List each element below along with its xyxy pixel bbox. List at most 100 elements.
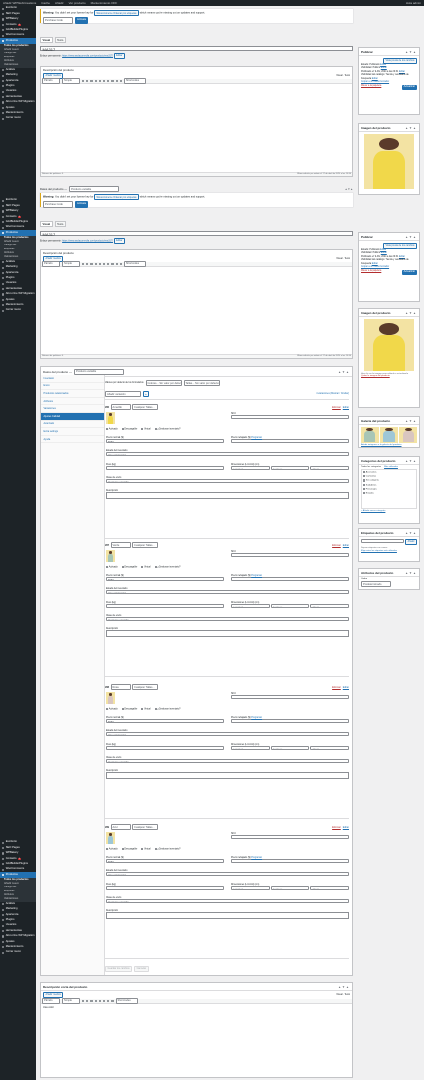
edit-variation-link[interactable]: Editar [343, 686, 349, 689]
collapse-arrows-icon[interactable]: ▲▼▲ [405, 419, 417, 423]
dimension-height-input[interactable]: Altura [310, 604, 350, 609]
variation-option[interactable]: Virtual [141, 708, 151, 711]
schedule-link[interactable]: Programar [251, 857, 262, 859]
variation-image[interactable] [106, 692, 115, 704]
collapse-arrows-icon[interactable]: ▲▼▲ [338, 370, 350, 374]
tab-text[interactable]: Texto [54, 37, 66, 43]
variation-option[interactable]: Virtual [141, 566, 151, 569]
variation-option[interactable]: Activado [106, 566, 118, 569]
add-gallery-images-link[interactable]: Añadir imágenes a la galería del product… [359, 444, 419, 446]
visual-label[interactable]: Visual [336, 258, 342, 260]
description-editor[interactable] [41, 83, 352, 172]
dimension-height-input[interactable]: Altura [310, 746, 350, 751]
admin-bar-cache[interactable]: Cache [41, 1, 50, 5]
dimension-height-input[interactable]: Altura [310, 886, 350, 891]
variation-option[interactable]: ¿Gestionar inventario? [154, 848, 181, 851]
product-data-tab[interactable]: Ayuda [40, 436, 104, 444]
collapse-arrows-icon[interactable]: ▲▼▲ [345, 187, 353, 191]
category-item[interactable]: Estados [363, 491, 415, 496]
shipping-class-select[interactable]: Igual que el padre [106, 759, 349, 764]
admin-bar-new[interactable]: Añadir [55, 1, 64, 5]
shipping-class-select[interactable]: Igual que el padre [106, 899, 349, 904]
variation-color-select[interactable]: Azul [110, 823, 131, 831]
dimension-width-input[interactable]: Anchura [270, 886, 310, 891]
stock-status-select[interactable]: Hay existencias [106, 452, 349, 457]
gallery-thumb[interactable] [380, 426, 398, 443]
variation-description-input[interactable] [106, 630, 349, 638]
variation-option[interactable]: ¿Gestionar inventario? [154, 428, 181, 431]
collapse-arrows-icon[interactable]: ▲▼▲ [338, 985, 350, 989]
schedule-link[interactable]: Programar [251, 575, 262, 577]
add-media-button[interactable]: Añadir medios [43, 992, 64, 998]
variation-header[interactable]: #89 Azul Cualquier Tallas... Eliminar Editar [105, 823, 349, 831]
variation-size-select[interactable]: Cualquier Tallas... [132, 403, 158, 411]
preview-changes-button[interactable]: Vista previa de los cambios [382, 242, 417, 249]
collapse-arrows-icon[interactable]: ▲▼▲ [405, 459, 417, 463]
edit-variation-link[interactable]: Editar [343, 826, 349, 829]
publish-meta-edit[interactable]: Editar [381, 252, 387, 254]
tab-all-categories[interactable]: Todas las categorías [361, 466, 381, 468]
weight-input[interactable] [106, 466, 224, 471]
variation-option[interactable]: Virtual [141, 428, 151, 431]
permalink-edit-button[interactable]: Editar [113, 238, 125, 244]
admin-bar-greeting[interactable]: Hola admin [406, 1, 421, 5]
variation-option[interactable]: ¿Gestionar inventario? [154, 708, 181, 711]
license-key-input[interactable]: Purchase Code [43, 201, 73, 208]
variation-description-input[interactable] [106, 492, 349, 500]
product-data-tab[interactable]: Envío [40, 383, 104, 391]
variation-image[interactable] [106, 550, 115, 562]
price-input[interactable]: 8050 [106, 439, 224, 444]
menu-item[interactable]: Cerrar menú [0, 950, 36, 955]
visual-label[interactable]: Visual [336, 994, 342, 996]
admin-bar-maintenance[interactable]: Mantenimiento OFF [91, 1, 118, 5]
variation-option[interactable]: Descargable [121, 428, 137, 431]
dimension-width-input[interactable]: Anchura [270, 604, 310, 609]
sku-input[interactable] [231, 835, 349, 840]
shipping-class-select[interactable]: Igual que el padre [106, 479, 349, 484]
price-input[interactable]: 8050 [106, 577, 224, 582]
variation-header[interactable]: #87 Verde Cualquier Tallas... Eliminar Edita… [105, 541, 349, 549]
variation-size-select[interactable]: Cualquier Tallas... [132, 823, 158, 831]
update-button[interactable]: Actualizar [401, 84, 417, 90]
collapse-arrows-icon[interactable]: ▲▼▲ [405, 571, 417, 575]
format-select[interactable]: Párrafo [42, 77, 60, 84]
price-input[interactable]: 8050 [106, 719, 224, 724]
publish-meta-edit[interactable]: Editar [380, 249, 386, 251]
dimension-width-input[interactable]: Anchura [270, 746, 310, 751]
variation-header[interactable]: #88 Rosa Cualquier Tallas... Eliminar Editar [105, 683, 349, 691]
submenu-item[interactable]: Valoraciones [0, 897, 36, 901]
publish-meta-edit[interactable]: Editar [372, 263, 378, 265]
schedule-link[interactable]: Programar [251, 437, 262, 439]
collapse-arrows-icon[interactable]: ▲▼▲ [405, 531, 417, 535]
font-select[interactable]: Simple [62, 997, 80, 1004]
product-data-tab[interactable]: Ajustes Calidad [40, 412, 104, 421]
order-select[interactable]: Predeterminado [361, 581, 391, 588]
remove-image-link[interactable]: Quitar la imagen del producto [359, 375, 419, 377]
variation-count[interactable]: 4 variaciones (Mostrar / Ocultar) [316, 393, 349, 395]
shortcodes-select[interactable]: Shortcodes [123, 77, 146, 84]
permalink-link[interactable]: https://www.asdacomedia.com/producto/ma3… [62, 239, 113, 242]
sale-price-input[interactable] [231, 439, 349, 444]
format-select[interactable]: Párrafo [42, 997, 60, 1004]
tag-input[interactable] [361, 539, 405, 543]
variation-size-select[interactable]: Cualquier Tallas... [132, 541, 158, 549]
variation-option[interactable]: Activado [106, 848, 118, 851]
sale-price-input[interactable] [231, 577, 349, 582]
product-data-tab[interactable]: Atributos [40, 398, 104, 406]
variation-option[interactable]: Descargable [121, 708, 137, 711]
permalink-link[interactable]: https://www.asdacomedia.com/producto/ma3… [62, 54, 113, 57]
variation-image[interactable] [106, 412, 115, 424]
trash-link[interactable]: Mover a la papelera [361, 85, 381, 88]
publish-meta-edit[interactable]: Editar [399, 71, 405, 73]
tab-visual[interactable]: Visual [40, 37, 53, 43]
choose-tags-link[interactable]: Elige entre las etiquetas más utilizadas [359, 549, 419, 553]
remove-variation-link[interactable]: Eliminar [332, 544, 341, 547]
variation-option[interactable]: Descargable [121, 848, 137, 851]
publish-meta-edit[interactable]: Editar [381, 67, 387, 69]
edit-variation-link[interactable]: Editar [343, 406, 349, 409]
variation-color-select[interactable]: Rosa [110, 683, 131, 691]
shipping-class-select[interactable]: Igual que el padre [106, 617, 349, 622]
remove-variation-link[interactable]: Eliminar [332, 406, 341, 409]
default-color-select[interactable]: Colores... Sin valor por defecto [145, 380, 182, 387]
dimension-height-input[interactable]: Altura [310, 466, 350, 471]
